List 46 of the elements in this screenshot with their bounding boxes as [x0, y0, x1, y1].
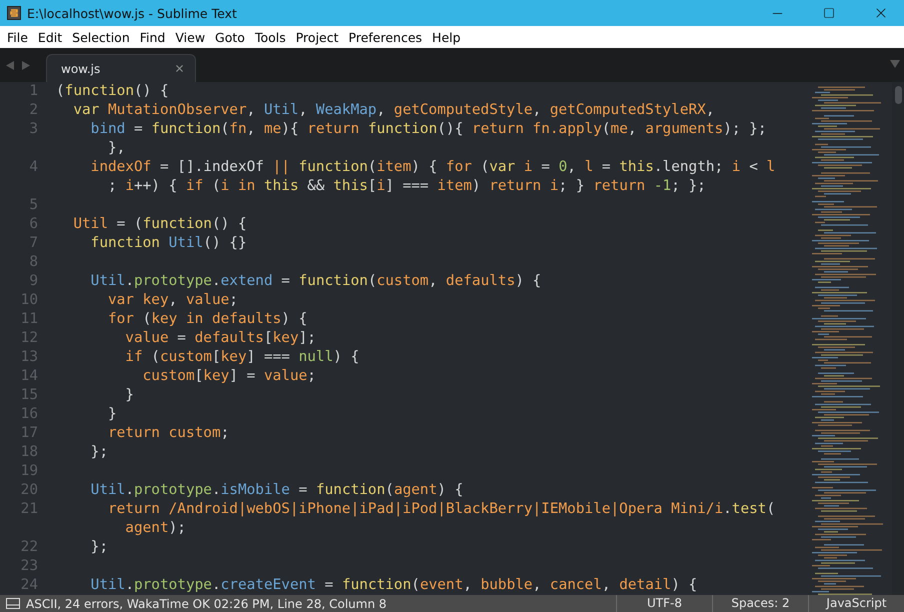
code-line: Util.prototype.isMobile = function(agent) { — [90, 481, 464, 500]
menu-item[interactable]: View — [170, 30, 210, 44]
menu-item[interactable]: Preferences — [344, 30, 428, 44]
code-line: Util.prototype.createEvent = function(event, bubble, cancel, detail) { — [90, 576, 698, 595]
app-icon — [7, 6, 21, 20]
status-item[interactable]: UTF-8 — [616, 595, 712, 612]
code-line: } — [124, 386, 135, 405]
maximize-icon[interactable] — [823, 7, 835, 19]
menu-item[interactable]: Tools — [250, 30, 291, 44]
status-item[interactable]: Spaces: 2 — [712, 595, 808, 612]
code-line: function Util() {} — [90, 234, 248, 253]
code-line: return /Android|webOS|iPhone|iPad|iPod|BlackBerry|IEMobile|Opera Mini/i.test( — [106, 500, 776, 519]
code-line: }; — [90, 443, 109, 462]
code-line: Util.prototype.extend = function(custom, defaults) { — [90, 272, 542, 291]
menu-item[interactable]: File — [2, 30, 33, 44]
menu-item[interactable]: Edit — [32, 30, 68, 44]
code-line: indexOf = [].indexOf || function(item) { for (var i = 0, l = this.length; i < l — [90, 158, 776, 177]
dropdown-icon[interactable] — [890, 60, 900, 68]
menu-item[interactable]: Selection — [67, 30, 135, 44]
menu-item[interactable]: Find — [134, 30, 170, 44]
code-line: } — [106, 405, 118, 424]
code-line: Util = (function() { — [72, 215, 248, 234]
menu-item[interactable]: Help — [427, 30, 466, 44]
file-tab[interactable]: wow.js — [46, 54, 196, 82]
code-line: bind = function(fn, me){ return function(){ return fn.apply(me, arguments); }; — [90, 120, 768, 139]
status-item[interactable]: JavaScript — [808, 595, 904, 612]
code-line: for (key in defaults) { — [106, 310, 308, 329]
code-line: var MutationObserver, Util, WeakMap, getComputedStyle, getComputedStyleRX, — [72, 101, 716, 120]
tab-navigation-icon[interactable] — [6, 61, 30, 70]
code-line: agent); — [124, 519, 187, 538]
code-line: if (custom[key] === null) { — [124, 348, 360, 367]
window-title: E:\localhost\wow.js - Sublime Text — [27, 6, 238, 20]
code-line: }; — [90, 538, 109, 557]
code-line: value = defaults[key]; — [124, 329, 317, 348]
code-line: custom[key] = value; — [142, 367, 317, 386]
close-icon[interactable] — [174, 63, 185, 74]
menu-item[interactable]: Project — [290, 30, 344, 44]
code-line: ; i++) { if (i in this && this[i] === item) return i; } return -1; }; — [106, 177, 707, 196]
code-line: var key, value; — [106, 291, 239, 310]
status-message: ASCII, 24 errors, WakaTime OK 02:26 PM, Line 28, Column 8 — [25, 596, 388, 610]
panel-icon[interactable] — [6, 598, 20, 609]
code-line: return custom; — [106, 424, 230, 443]
code-line: }, — [106, 139, 126, 158]
code-line: (function() { — [56, 82, 170, 101]
scrollbar-thumb[interactable] — [894, 86, 902, 104]
menu-item[interactable]: Goto — [210, 30, 250, 44]
